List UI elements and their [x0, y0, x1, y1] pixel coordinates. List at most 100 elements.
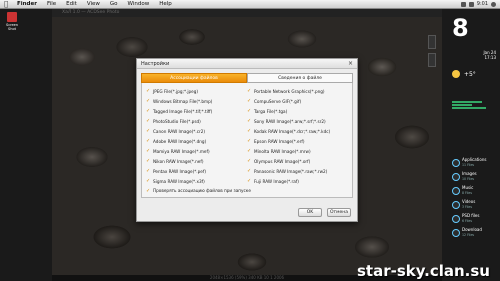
format-label: Olympus RAW Image(*.orf)	[254, 158, 311, 164]
format-label: Fuji RAW Image(*.raf)	[254, 178, 299, 184]
format-item[interactable]: ✓ CompuServe GIF(*.gif)	[247, 96, 348, 106]
menu-edit[interactable]: Edit	[66, 1, 77, 7]
check-icon[interactable]: ✓	[247, 139, 251, 144]
format-item[interactable]: ✓ Windows Bitmap File(*.bmp)	[146, 96, 247, 106]
format-label: Sigma RAW Image(*.x3f)	[153, 178, 205, 184]
spotlight-icon[interactable]	[491, 1, 496, 7]
stack-count: 11 Files	[462, 162, 475, 167]
check-icon[interactable]: ✓	[146, 109, 150, 114]
format-label: Targa File(*.tga)	[254, 108, 288, 114]
format-item[interactable]: ✓ Adobe RAW Image(*.dng)	[146, 136, 247, 146]
check-icon[interactable]: ✓	[146, 139, 150, 144]
check-icon[interactable]: ✓	[247, 159, 251, 164]
format-item[interactable]: ✓ Canon RAW Image(*.cr2)	[146, 126, 247, 136]
close-icon[interactable]: ×	[348, 60, 353, 67]
check-icon[interactable]: ✓	[247, 149, 251, 154]
menu-window[interactable]: Window	[128, 1, 150, 7]
stack-videos[interactable]: Videos 3 Files	[452, 199, 498, 209]
menu-finder[interactable]: Finder	[17, 1, 37, 7]
image-file-icon	[7, 12, 17, 22]
apple-icon[interactable]: 	[4, 0, 11, 8]
format-item[interactable]: ✓ Tagged Image File(*.tif;*.tiff)	[146, 106, 247, 116]
format-item[interactable]: ✓ Fuji RAW Image(*.raf)	[247, 176, 348, 186]
check-icon[interactable]: ✓	[146, 119, 150, 124]
settings-dialog: Настройки × Ассоциации файлов Сведения о…	[136, 58, 358, 222]
format-item[interactable]: ✓ Panasonic RAW Image(*.raw;*.rw2)	[247, 166, 348, 176]
format-label: Canon RAW Image(*.cr2)	[153, 128, 206, 134]
images-icon	[452, 172, 460, 181]
stack-name: Music	[462, 185, 474, 190]
menu-file[interactable]: File	[47, 1, 56, 7]
stack-count: 6 Files	[462, 218, 473, 223]
menu-go[interactable]: Go	[110, 1, 118, 7]
check-icon[interactable]: ✓	[146, 149, 150, 154]
stack-name: PSD files	[462, 213, 480, 218]
check-icon[interactable]: ✓	[146, 169, 150, 174]
format-label: JPEG File(*.jpg;*.jpeg)	[153, 88, 199, 94]
stack-name: Applications	[462, 157, 487, 162]
format-label: Nikon RAW Image(*.nef)	[153, 158, 204, 164]
thumbnail[interactable]	[428, 35, 436, 49]
format-item[interactable]: ✓ Epson RAW Image(*.erf)	[247, 136, 348, 146]
time-line: 17:13	[484, 55, 496, 60]
check-icon[interactable]: ✓	[146, 129, 150, 134]
desktop-file-icon[interactable]: Screen Shot	[2, 12, 22, 31]
dialog-buttons: OK Отмена	[298, 208, 351, 217]
check-icon[interactable]: ✓	[247, 119, 251, 124]
check-icon[interactable]: ✓	[146, 89, 150, 94]
menu-help[interactable]: Help	[159, 1, 172, 7]
stack-count: 8 Files	[462, 190, 473, 195]
stack-images[interactable]: Images 10 Files	[452, 171, 498, 181]
verify-label: Проверять ассоциацию файлов при запуске	[153, 188, 251, 193]
stack-applications[interactable]: Applications 11 Files	[452, 157, 498, 167]
verify-association-option[interactable]: ✓ Проверять ассоциацию файлов при запуск…	[146, 188, 251, 193]
format-item[interactable]: ✓ Portable Network Graphics(*.png)	[247, 86, 348, 96]
psd-icon	[452, 214, 460, 223]
format-item[interactable]: ✓ PhotoStudio File(*.psd)	[146, 116, 247, 126]
thumbnail-strip	[428, 35, 438, 71]
stack-music[interactable]: Music 8 Files	[452, 185, 498, 195]
viewer-title: ХаЛ 1.0 — ACDSee Photo	[52, 9, 442, 17]
check-icon[interactable]: ✓	[146, 179, 150, 184]
check-icon[interactable]: ✓	[247, 99, 251, 104]
format-label: Minolta RAW Image(*.mrw)	[254, 148, 311, 154]
tab-file-info[interactable]: Сведения о файле	[247, 73, 353, 83]
format-item[interactable]: ✓ JPEG File(*.jpg;*.jpeg)	[146, 86, 247, 96]
format-item[interactable]: ✓ Kodak RAW Image(*.dcr;*.raw;*.kdc)	[247, 126, 348, 136]
format-item[interactable]: ✓ Olympus RAW Image(*.orf)	[247, 156, 348, 166]
check-icon[interactable]: ✓	[247, 179, 251, 184]
applications-icon	[452, 158, 460, 167]
format-item[interactable]: ✓ Targa File(*.tga)	[247, 106, 348, 116]
check-icon[interactable]: ✓	[146, 188, 150, 193]
check-icon[interactable]: ✓	[247, 169, 251, 174]
format-item[interactable]: ✓ Sony RAW Image(*.arw;*.srf;*.sr2)	[247, 116, 348, 126]
watermark: star-sky.clan.su	[357, 262, 490, 280]
menu-clock[interactable]: 9:01	[477, 1, 488, 7]
format-item[interactable]: ✓ Mamiya RAW Image(*.mef)	[146, 146, 247, 156]
cancel-button[interactable]: Отмена	[327, 208, 351, 217]
format-label: Adobe RAW Image(*.dng)	[153, 138, 207, 144]
check-icon[interactable]: ✓	[247, 89, 251, 94]
format-item[interactable]: ✓ Sigma RAW Image(*.x3f)	[146, 176, 247, 186]
check-icon[interactable]: ✓	[247, 129, 251, 134]
tab-file-associations[interactable]: Ассоциации файлов	[141, 73, 247, 83]
tray-icon[interactable]	[460, 1, 466, 7]
format-label: PhotoStudio File(*.psd)	[153, 118, 201, 124]
format-item[interactable]: ✓ Pentax RAW Image(*.pef)	[146, 166, 247, 176]
stack-psd-files[interactable]: PSD files 6 Files	[452, 213, 498, 223]
weather-widget: +5°	[452, 70, 492, 86]
check-icon[interactable]: ✓	[146, 99, 150, 104]
thumbnail[interactable]	[428, 53, 436, 67]
ok-button[interactable]: OK	[298, 208, 322, 217]
format-label: CompuServe GIF(*.gif)	[254, 98, 302, 104]
stack-download[interactable]: Download 12 Files	[452, 227, 498, 237]
format-item[interactable]: ✓ Minolta RAW Image(*.mrw)	[247, 146, 348, 156]
check-icon[interactable]: ✓	[247, 109, 251, 114]
format-item[interactable]: ✓ Nikon RAW Image(*.nef)	[146, 156, 247, 166]
check-icon[interactable]: ✓	[146, 159, 150, 164]
stack-name: Download	[462, 227, 482, 232]
menu-view[interactable]: View	[87, 1, 100, 7]
stacks-dock: Applications 11 Files Images 10 Files Musi…	[452, 157, 498, 242]
format-label: Panasonic RAW Image(*.raw;*.rw2)	[254, 168, 328, 174]
volume-icon[interactable]	[468, 1, 474, 7]
